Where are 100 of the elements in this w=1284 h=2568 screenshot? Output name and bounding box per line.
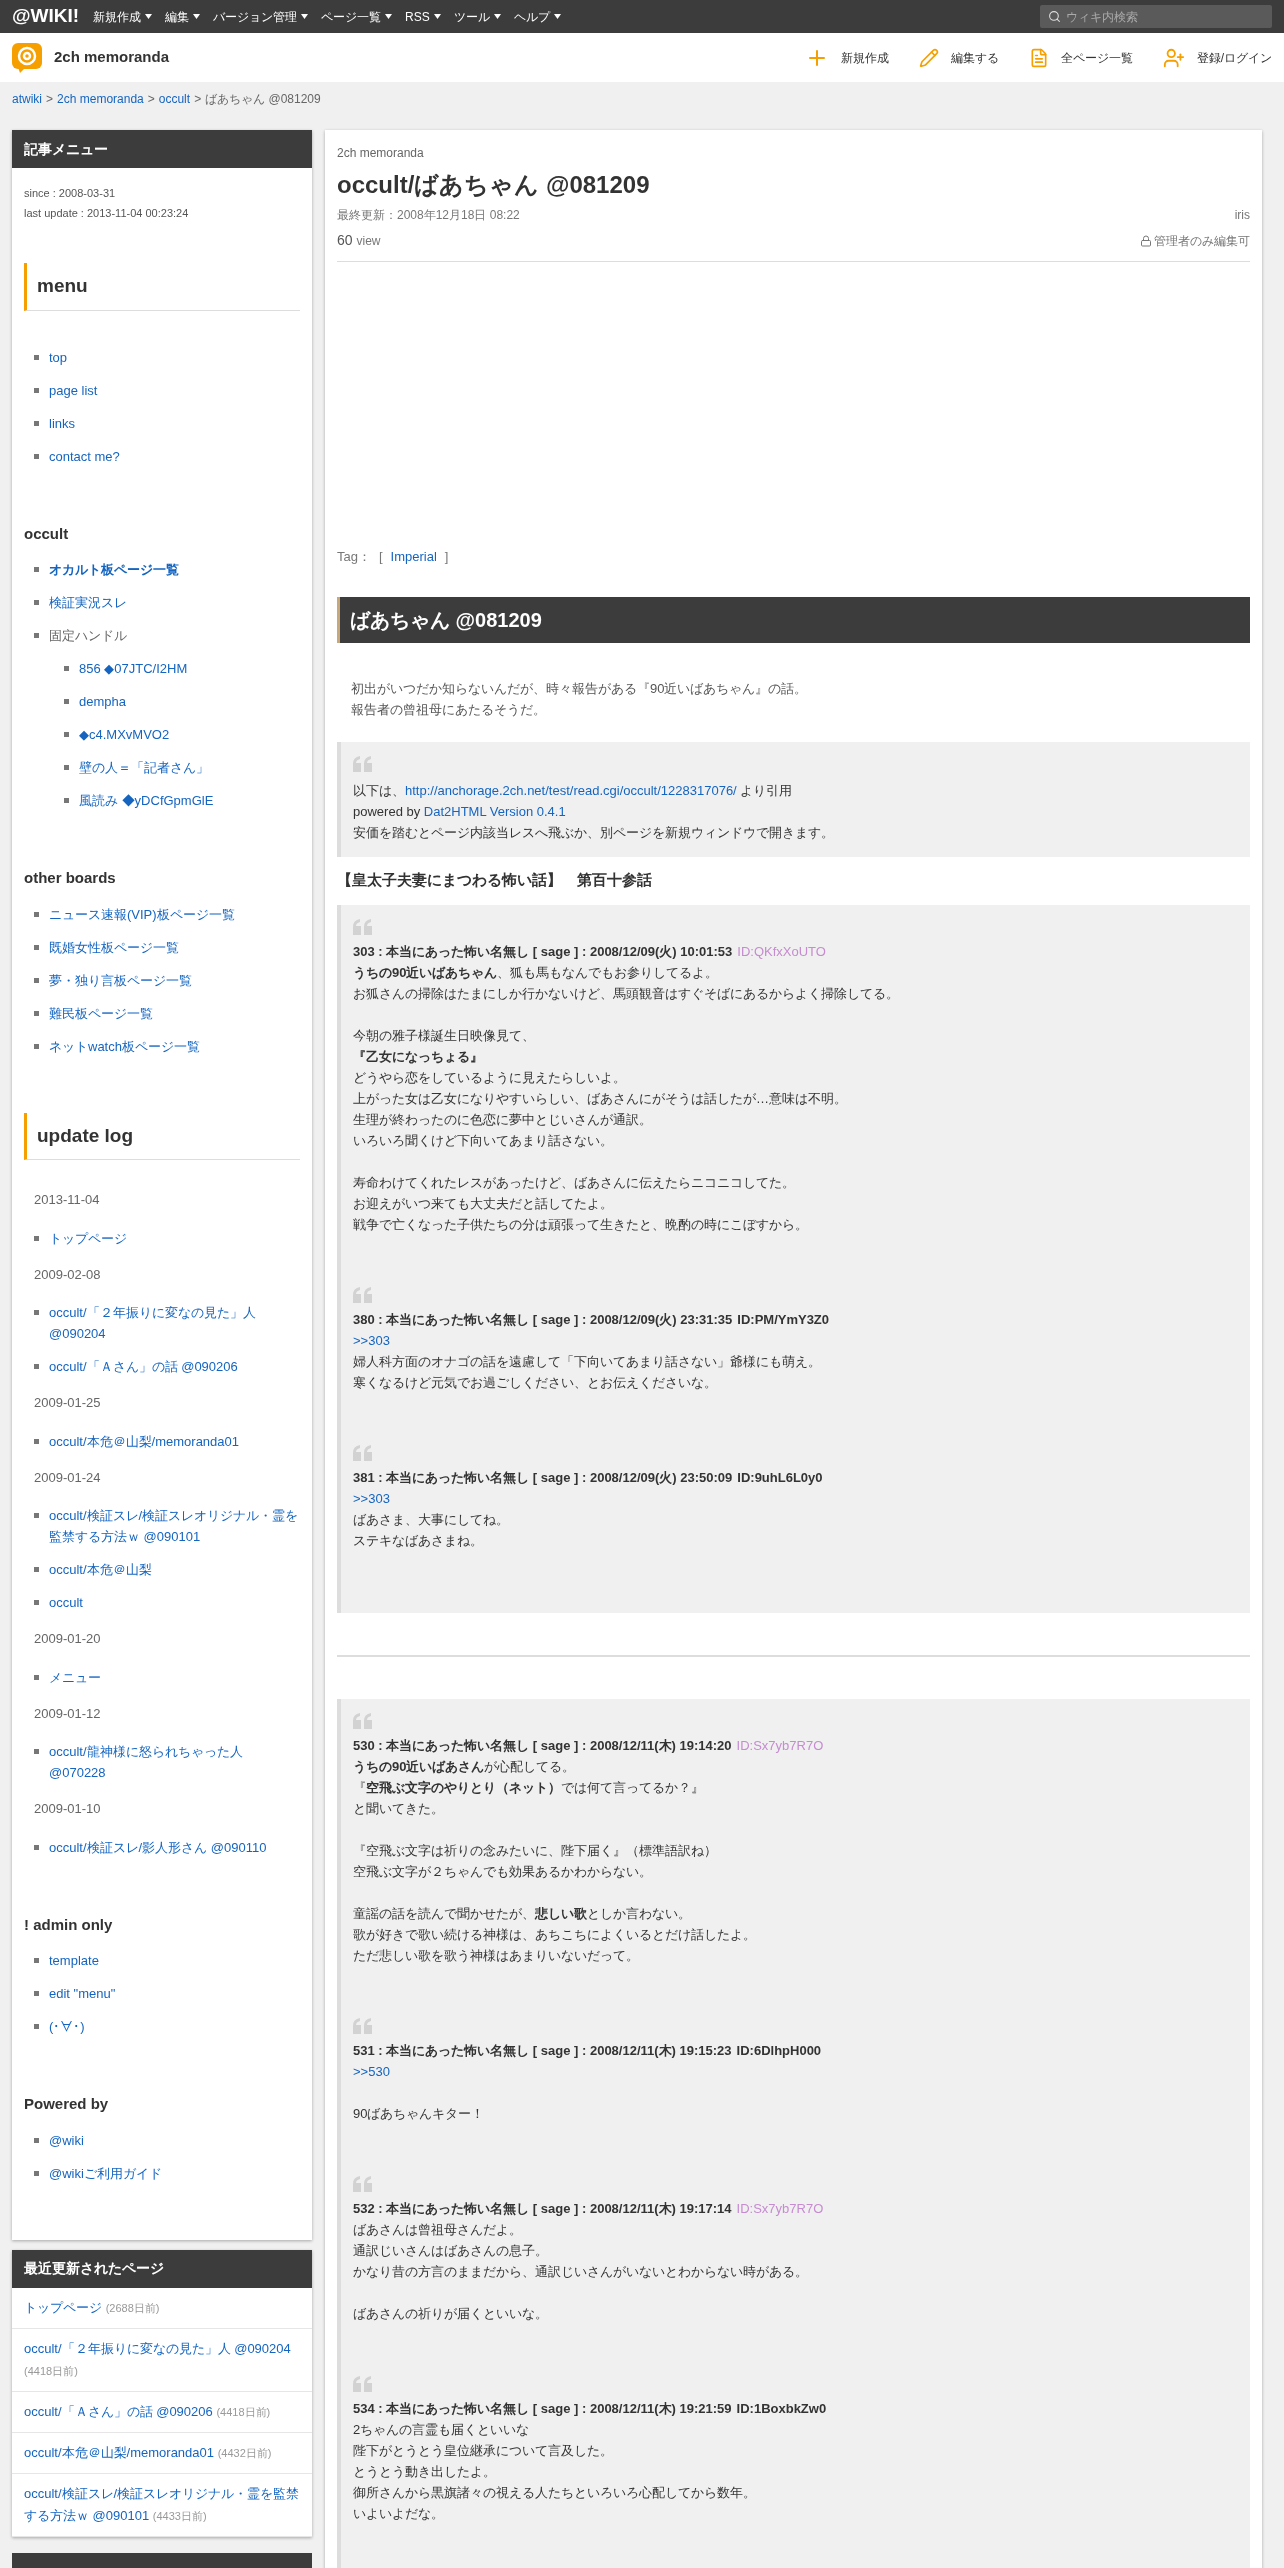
- post-line: お迎えがいつ来ても大丈夫だと話してたよ。: [353, 1195, 614, 1213]
- post-line: いろいろ聞くけど下向いてあまり話さない。: [353, 1132, 614, 1150]
- sidebar-link[interactable]: @wikiご利用ガイド: [49, 2162, 162, 2184]
- post-id: ID:6DlhpH000: [736, 2042, 822, 2060]
- sidebar-link[interactable]: 856 ◆07JTC/I2HM: [79, 658, 188, 679]
- sidebar-label: 固定ハンドル: [49, 627, 127, 645]
- bullet-icon: [34, 1844, 39, 1850]
- quote-link[interactable]: Dat2HTML Version 0.4.1: [423, 800, 566, 822]
- log-date: 2009-01-25: [34, 1394, 102, 1412]
- search-field[interactable]: ウィキ内検索: [1040, 5, 1272, 28]
- sidebar-link[interactable]: page list: [49, 379, 98, 401]
- quote-link[interactable]: http://anchorage.2ch.net/test/read.cgi/occult/1228317076/: [405, 779, 737, 801]
- caret-icon: [433, 14, 441, 19]
- post-header: 532 : 本当にあった怖い名無し [ sage ] : 2008/12/11(木) 19:17:14: [353, 2200, 732, 2218]
- quote-icon: [353, 919, 373, 935]
- header-action-button[interactable]: 全ページ一覧: [1028, 47, 1133, 68]
- sidebar-link[interactable]: ネットwatch板ページ一覧: [49, 1035, 200, 1057]
- bullet-icon: [34, 2137, 39, 2143]
- nav-menu-button[interactable]: ツール: [453, 7, 501, 26]
- sidebar-link[interactable]: 夢・独り言板ページ一覧: [49, 969, 192, 991]
- nav-menu-button[interactable]: ページ一覧: [321, 7, 393, 26]
- caret-icon: [385, 14, 393, 19]
- section-heading: menu: [24, 263, 300, 311]
- sidebar-link[interactable]: occult/「Ａさん」の話 @090206: [49, 1356, 238, 1377]
- quote-text: powered by: [353, 802, 422, 821]
- sidebar-link[interactable]: 壁の人＝「記者さん」: [79, 757, 209, 778]
- breadcrumb-link[interactable]: 2ch memoranda: [57, 89, 144, 108]
- reply-anchor-link[interactable]: >>303: [353, 1488, 390, 1509]
- sidebar-link[interactable]: top: [49, 346, 68, 368]
- log-date: 2009-01-12: [34, 1704, 102, 1723]
- nav-menu-button[interactable]: バージョン管理: [213, 7, 309, 26]
- quote-icon: [353, 1287, 373, 1303]
- sidebar-link[interactable]: ◆c4.MXvMVO2: [79, 724, 170, 745]
- sidebar-link[interactable]: occult: [49, 1592, 83, 1613]
- sidebar-link[interactable]: occult/本危＠山梨/memoranda01: [49, 1430, 239, 1452]
- sidebar-link[interactable]: メニュー: [49, 1666, 101, 1688]
- section-heading: ! admin only: [24, 1914, 114, 1935]
- sidebar-link[interactable]: links: [49, 412, 75, 434]
- bullet-icon: [34, 453, 39, 459]
- nav-menu-button[interactable]: RSS: [405, 7, 441, 26]
- post-line: 空飛ぶ文字が２ちゃんでも効果あるかわからない。: [353, 1863, 653, 1881]
- nav-menu-button[interactable]: 編集: [165, 7, 201, 26]
- sidebar-link[interactable]: トップページ: [49, 1227, 127, 1249]
- quote-icon: [353, 1445, 373, 1461]
- tag-bracket: ]: [444, 548, 449, 566]
- recent-page-link[interactable]: occult/本危＠山梨/memoranda01 (4432日前): [24, 2441, 300, 2464]
- breadcrumb-link[interactable]: atwiki: [12, 89, 42, 108]
- sidebar-link[interactable]: 検証実況スレ: [49, 592, 127, 613]
- nav-menu-button[interactable]: 新規作成: [93, 7, 153, 26]
- section-heading: update log: [24, 1112, 300, 1160]
- quote-icon: [353, 2376, 373, 2392]
- bullet-icon: [64, 798, 69, 803]
- tag-link[interactable]: Imperial: [390, 547, 437, 567]
- logo-icon: [12, 42, 42, 73]
- bullet-icon: [34, 1043, 39, 1049]
- sidebar-link[interactable]: 風読み ◆yDCfGpmGlE: [79, 790, 214, 811]
- tag-bracket: [: [378, 548, 383, 566]
- sidebar-link[interactable]: occult/検証スレ/検証スレオリジナル・霊を監禁する方法ｗ @090101: [49, 1505, 300, 1547]
- breadcrumb-link[interactable]: occult: [158, 89, 191, 108]
- reply-anchor-link[interactable]: >>303: [353, 1330, 390, 1351]
- header-action-button[interactable]: 編集する: [918, 47, 999, 68]
- last-updated: 最終更新：2008年12月18日 08:22: [337, 207, 520, 224]
- post-line: うちの90近いばあさんが心配してる。: [353, 1758, 577, 1776]
- logo[interactable]: @WIKI!: [12, 2, 80, 31]
- recent-page-link[interactable]: occult/「Ａさん」の話 @090206 (4418日前): [24, 2400, 300, 2423]
- post-header: 534 : 本当にあった怖い名無し [ sage ] : 2008/12/11(木) 19:21:59: [353, 2400, 732, 2418]
- sidebar-link[interactable]: occult/本危＠山梨: [49, 1559, 152, 1580]
- bullet-icon: [34, 1235, 39, 1241]
- sidebar-link[interactable]: occult/龍神様に怒られちゃった人 @070228: [49, 1741, 300, 1783]
- header-action-button[interactable]: 新規作成: [804, 45, 889, 70]
- recent-page-link[interactable]: occult/検証スレ/検証スレオリジナル・霊を監禁する方法ｗ @090101 (4433日前): [24, 2482, 300, 2527]
- sidebar-link[interactable]: template: [49, 1950, 99, 1971]
- header-action-button[interactable]: 登録/ログイン: [1162, 46, 1272, 69]
- sidebar-link[interactable]: (･∀･): [49, 2016, 85, 2037]
- sidebar-link[interactable]: edit "menu": [49, 1983, 116, 2004]
- recent-page-link[interactable]: occult/「２年振りに変なの見た」人 @090204 (4418日前): [24, 2337, 300, 2382]
- pencil-icon: [918, 47, 939, 68]
- bullet-icon: [34, 1010, 39, 1016]
- sidebar-link[interactable]: 既婚女性板ページ一覧: [49, 936, 179, 958]
- sidebar-link[interactable]: dempha: [79, 691, 126, 712]
- page-title: occult/ばあちゃん @081209: [337, 170, 651, 200]
- sidebar-link[interactable]: ニュース速報(VIP)板ページ一覧: [49, 903, 235, 925]
- site-title[interactable]: 2ch memoranda: [54, 46, 170, 69]
- post-id: ID:Sx7yb7R7O: [736, 2200, 824, 2218]
- bullet-icon: [34, 944, 39, 950]
- sidebar-link[interactable]: occult/「２年振りに変なの見た」人 @090204: [49, 1302, 300, 1344]
- sidebar-link[interactable]: contact me?: [49, 445, 120, 467]
- sidebar-link[interactable]: @wiki: [49, 2129, 84, 2151]
- quote-text: 安価を踏むとページ内該当レスへ飛ぶか、別ページを新規ウィンドウで開きます。: [353, 823, 834, 842]
- post-line: 生理が終わったのに色恋に夢中とじいさんが通訳。: [353, 1111, 653, 1129]
- post-header: 381 : 本当にあった怖い名無し [ sage ] : 2008/12/09(火) 23:50:09: [353, 1469, 733, 1487]
- sidebar-link[interactable]: オカルト板ページ一覧: [49, 559, 179, 580]
- search-icon: [1048, 10, 1061, 23]
- bullet-icon: [34, 2170, 39, 2176]
- sidebar-link[interactable]: occult/検証スレ/影人形さん @090110: [49, 1836, 267, 1858]
- nav-menu-button[interactable]: ヘルプ: [513, 7, 561, 26]
- recent-page-link[interactable]: トップページ (2688日前): [24, 2296, 300, 2319]
- post-id: ID:QKfxXoUTO: [737, 943, 826, 961]
- sidebar-link[interactable]: 難民板ページ一覧: [49, 1002, 153, 1024]
- reply-anchor-link[interactable]: >>530: [353, 2061, 390, 2082]
